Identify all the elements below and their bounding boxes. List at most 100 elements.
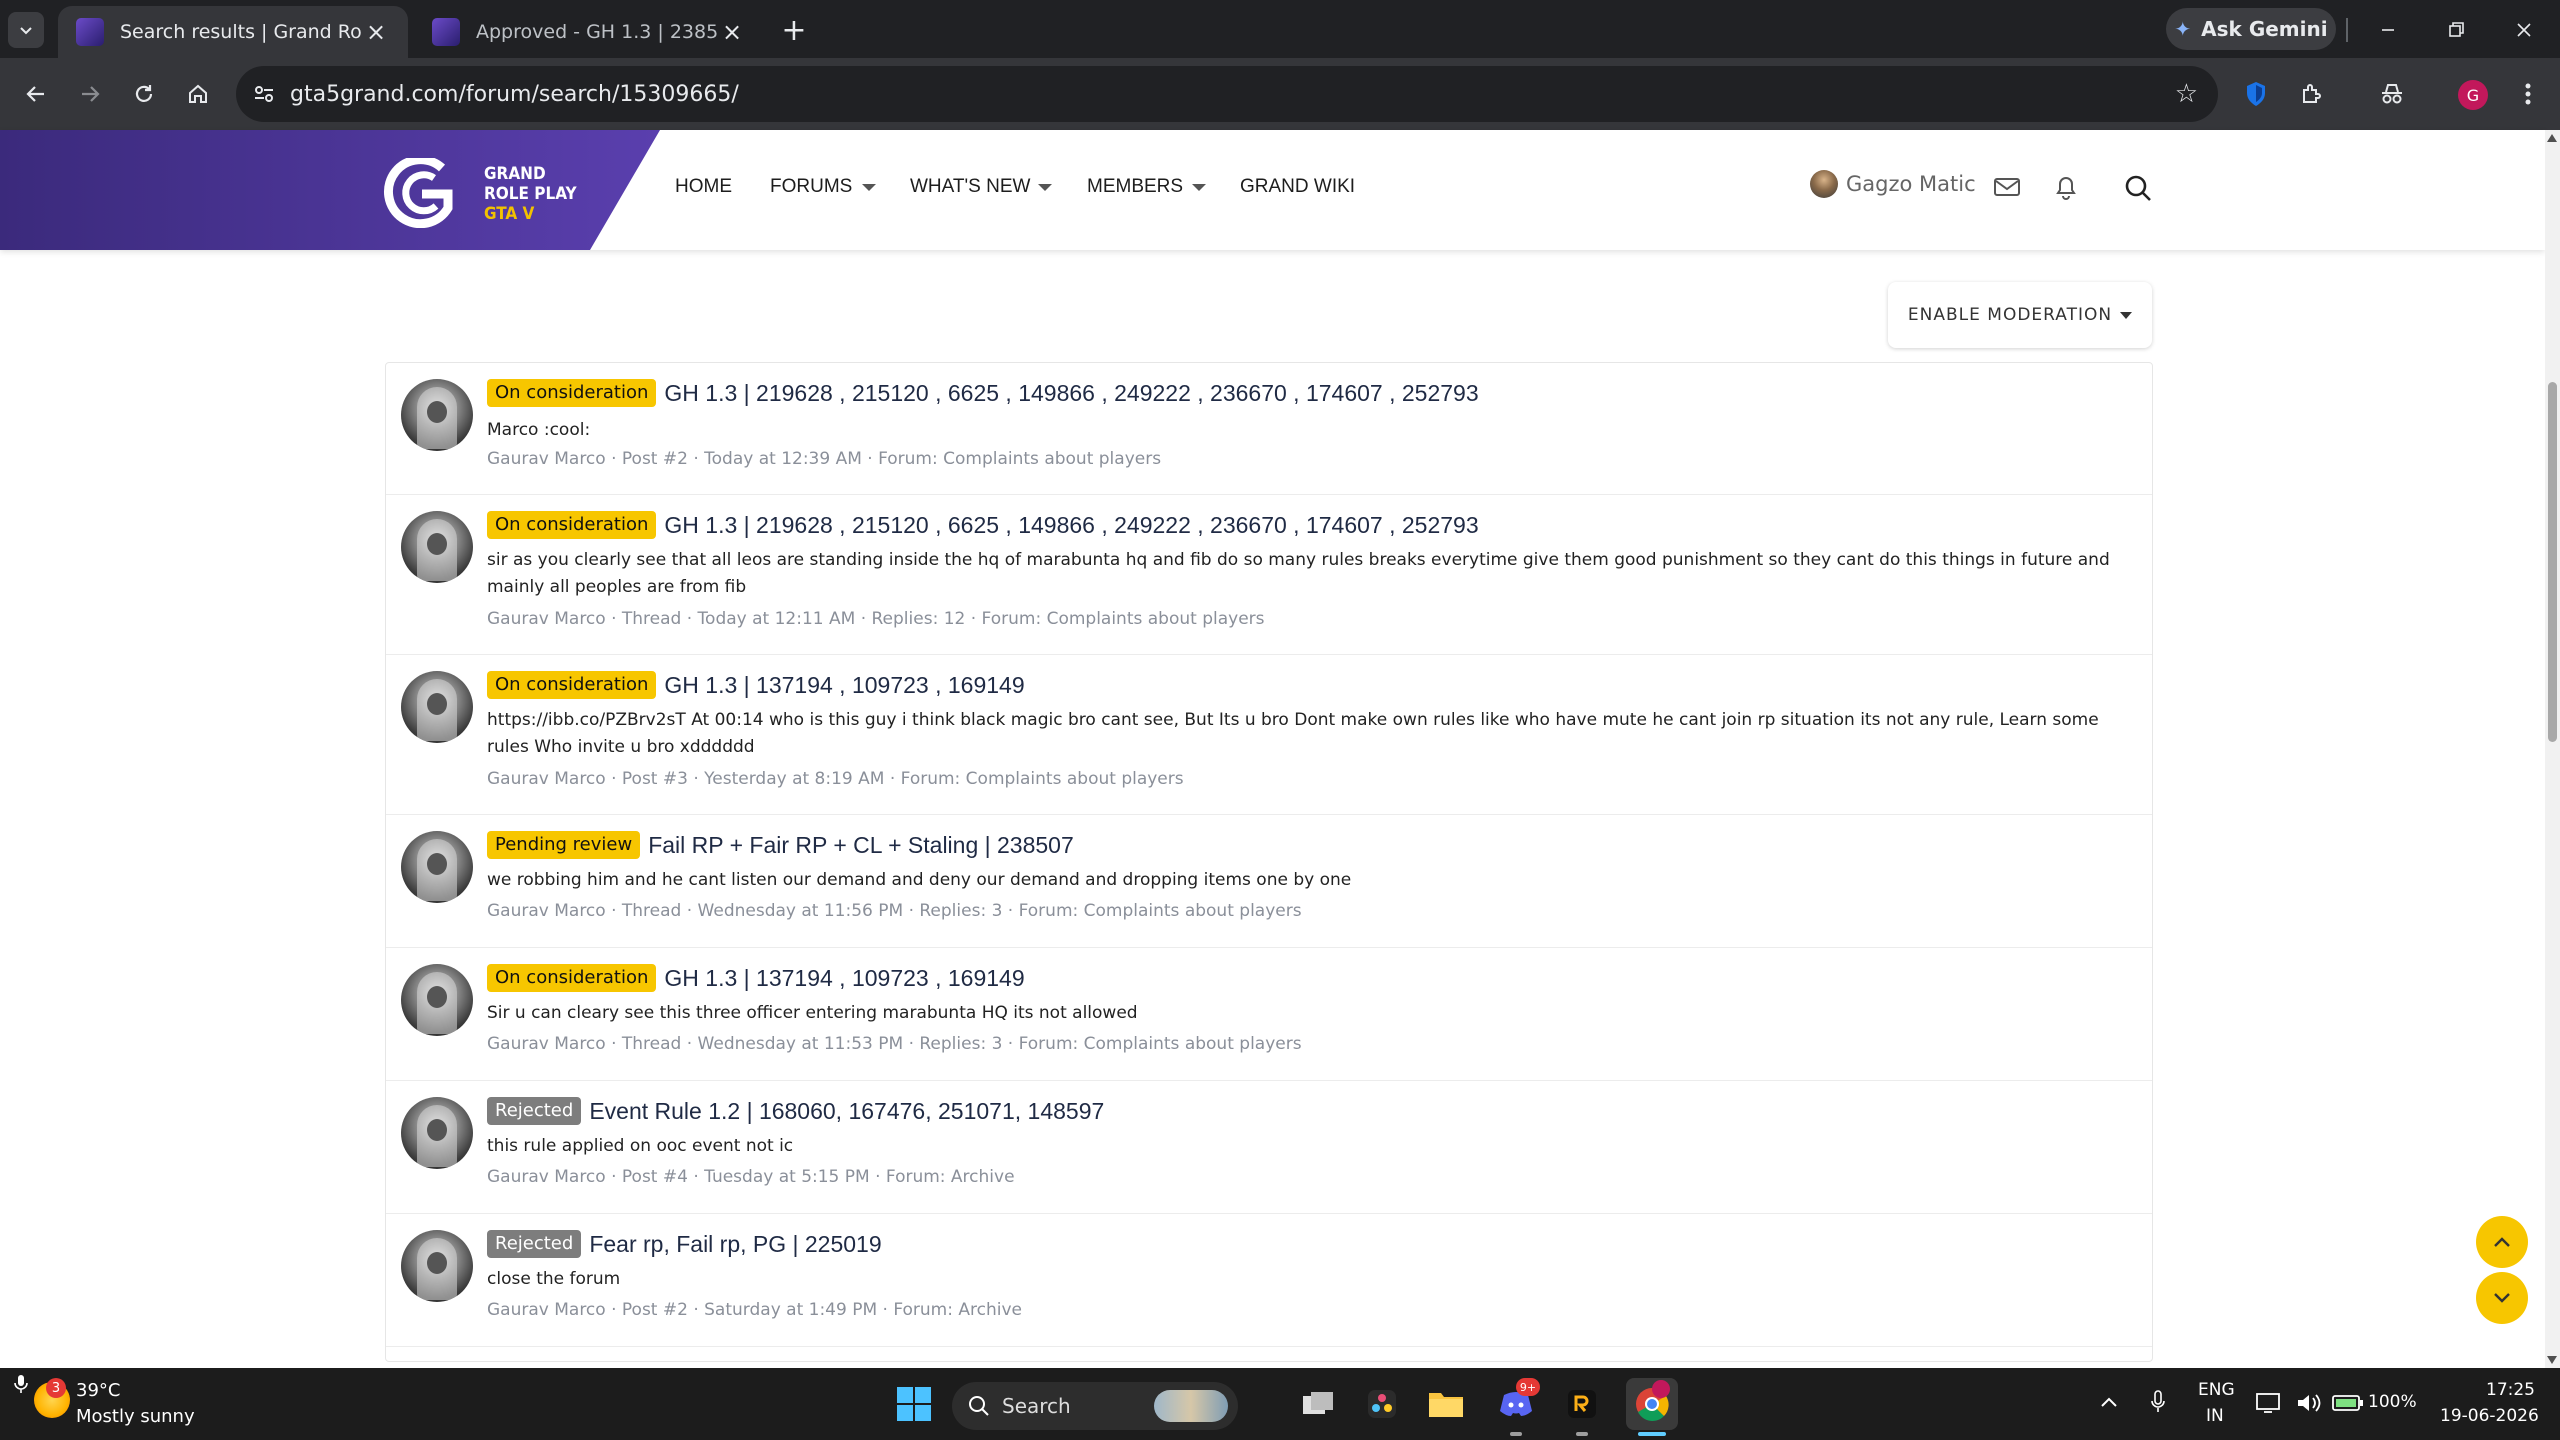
envelope-icon[interactable] [1994, 176, 2020, 198]
start-windows-icon[interactable] [896, 1386, 932, 1422]
grand-logo-icon[interactable] [382, 158, 462, 228]
close-tab-icon[interactable]: × [718, 18, 746, 46]
extensions-puzzle-icon[interactable] [2290, 72, 2334, 116]
microphone-icon[interactable] [14, 1374, 28, 1394]
browser-menu-icon[interactable] [2510, 72, 2546, 116]
reload-icon[interactable] [122, 72, 166, 116]
address-bar[interactable]: gta5grand.com/forum/search/15309665/ ☆ [236, 66, 2218, 122]
nav-forums[interactable]: FORUMS [770, 176, 852, 198]
clock-time[interactable]: 17:25 [2486, 1380, 2535, 1400]
bell-icon[interactable] [2054, 174, 2078, 200]
ask-gemini-button[interactable]: ✦ Ask Gemini [2166, 8, 2336, 50]
close-window-icon[interactable] [2502, 10, 2546, 50]
language-line-2[interactable]: IN [2206, 1406, 2224, 1426]
result-meta: Gaurav Marco · Post #3 · Yesterday at 8:… [487, 769, 1184, 789]
brand-wordmark[interactable]: GRAND ROLE PLAY GTA V [484, 164, 577, 224]
avatar[interactable] [401, 1230, 473, 1302]
back-arrow-icon[interactable] [14, 72, 58, 116]
chrome-active-indicator [1638, 1432, 1666, 1436]
result-snippet: close the forum [487, 1269, 621, 1289]
weather-description[interactable]: Mostly sunny [76, 1406, 195, 1427]
scroll-to-bottom-button[interactable] [2476, 1272, 2528, 1324]
new-tab-icon[interactable]: + [776, 12, 812, 48]
list-item[interactable]: On consideration GH 1.3 | 219628 , 21512… [386, 495, 2152, 655]
weather-temperature[interactable]: 39°C [76, 1380, 120, 1401]
forums-dropdown-caret-icon[interactable] [862, 184, 876, 191]
language-line-1[interactable]: ENG [2198, 1380, 2235, 1400]
nav-grand-wiki[interactable]: GRAND WIKI [1240, 176, 1355, 198]
avatar[interactable] [401, 1097, 473, 1169]
tab-search-dropdown-icon[interactable] [8, 12, 44, 48]
status-badge: On consideration [487, 671, 657, 699]
davinci-resolve-icon[interactable] [1362, 1384, 1402, 1424]
tray-microphone-icon[interactable] [2150, 1390, 2166, 1414]
scrollbar-thumb[interactable] [2548, 382, 2557, 742]
enable-moderation-button[interactable]: ENABLE MODERATION [1888, 282, 2152, 348]
chrome-profile-badge [1652, 1380, 1670, 1398]
result-title-link[interactable]: GH 1.3 | 219628 , 215120 , 6625 , 149866… [664, 512, 1478, 539]
scroll-to-top-button[interactable] [2476, 1216, 2528, 1268]
list-item[interactable]: Rejected Event Rule 1.2 | 168060, 167476… [386, 1081, 2152, 1214]
show-hidden-icons-chevron-icon[interactable] [2100, 1396, 2118, 1408]
avatar[interactable] [401, 379, 473, 451]
tab-title: Search results | Grand Role Play [120, 21, 362, 43]
file-explorer-folder-icon[interactable] [1426, 1384, 1466, 1424]
nav-whats-new[interactable]: WHAT'S NEW [910, 176, 1030, 198]
result-snippet: Marco :cool: [487, 420, 591, 440]
list-item[interactable]: Rejected Fear rp, Fail rp, PG | 225019 c… [386, 1214, 2152, 1347]
restore-window-icon[interactable] [2434, 10, 2478, 50]
list-item[interactable]: On consideration GH 1.3 | 137194 , 10972… [386, 655, 2152, 815]
avatar[interactable] [401, 671, 473, 743]
network-display-icon[interactable] [2256, 1392, 2282, 1414]
user-menu[interactable]: Gagzo Matic [1810, 170, 1976, 198]
nav-home[interactable]: HOME [675, 176, 732, 198]
result-title-link[interactable]: GH 1.3 | 137194 , 109723 , 169149 [664, 965, 1024, 992]
taskbar-search-box[interactable]: Search [952, 1382, 1238, 1430]
result-meta: Gaurav Marco · Post #4 · Tuesday at 5:15… [487, 1167, 1015, 1187]
shield-extension-icon[interactable] [2236, 72, 2276, 116]
scroll-up-arrow-icon[interactable] [2547, 134, 2557, 142]
volume-icon[interactable] [2296, 1392, 2322, 1414]
caret-down-icon [2120, 311, 2133, 319]
forward-arrow-icon[interactable] [68, 72, 112, 116]
clock-date[interactable]: 19-06-2026 [2440, 1406, 2539, 1426]
list-item[interactable]: On consideration GH 1.3 | 137194 , 10972… [386, 948, 2152, 1081]
nav-members[interactable]: MEMBERS [1087, 176, 1183, 198]
avatar[interactable] [401, 831, 473, 903]
members-dropdown-caret-icon[interactable] [1192, 184, 1206, 191]
result-title-link[interactable]: Fear rp, Fail rp, PG | 225019 [589, 1231, 881, 1258]
profile-avatar[interactable]: G [2458, 80, 2488, 110]
avatar[interactable] [401, 964, 473, 1036]
result-title-link[interactable]: Event Rule 1.2 | 168060, 167476, 251071,… [589, 1098, 1104, 1125]
result-title-link[interactable]: GH 1.3 | 137194 , 109723 , 169149 [664, 672, 1024, 699]
avatar[interactable] [401, 511, 473, 583]
site-info-icon[interactable] [252, 82, 276, 106]
whats-new-dropdown-caret-icon[interactable] [1038, 184, 1052, 191]
battery-percentage[interactable]: 100% [2368, 1392, 2417, 1412]
rockstar-launcher-icon[interactable] [1562, 1384, 1602, 1424]
close-tab-icon[interactable]: × [362, 18, 390, 46]
result-title-link[interactable]: GH 1.3 | 219628 , 215120 , 6625 , 149866… [664, 380, 1478, 407]
search-icon[interactable] [2124, 174, 2152, 202]
bookmark-star-icon[interactable]: ☆ [2175, 80, 2198, 108]
brand-line-3: GTA V [484, 204, 535, 224]
result-snippet: https://ibb.co/PZBrv2sT At 00:14 who is … [487, 710, 2099, 757]
home-icon[interactable] [176, 72, 220, 116]
list-item[interactable]: On consideration GH 1.3 | 219628 , 21512… [386, 363, 2152, 495]
tab-approved-thread[interactable]: Approved - GH 1.3 | 238507 | G × [414, 6, 764, 58]
minimize-window-icon[interactable] [2366, 10, 2410, 50]
result-title-link[interactable]: Fail RP + Fair RP + CL + Staling | 23850… [648, 832, 1074, 859]
tab-search-results[interactable]: Search results | Grand Role Play × [58, 6, 408, 58]
incognito-icon[interactable] [2370, 72, 2414, 116]
search-results-list: On consideration GH 1.3 | 219628 , 21512… [385, 362, 2153, 1362]
list-item-partial[interactable] [386, 1347, 2152, 1361]
result-meta: Gaurav Marco · Thread · Wednesday at 11:… [487, 1034, 1302, 1054]
battery-icon[interactable] [2332, 1394, 2364, 1412]
task-view-icon[interactable] [1298, 1384, 1338, 1424]
status-badge: Pending review [487, 831, 641, 859]
page-scrollbar[interactable] [2545, 130, 2560, 1368]
scroll-down-arrow-icon[interactable] [2547, 1356, 2557, 1364]
windows-taskbar: 3 39°C Mostly sunny Search 9+ ENG IN 100… [0, 1368, 2560, 1440]
discord-badge: 9+ [1516, 1378, 1540, 1396]
list-item[interactable]: Pending review Fail RP + Fair RP + CL + … [386, 815, 2152, 948]
